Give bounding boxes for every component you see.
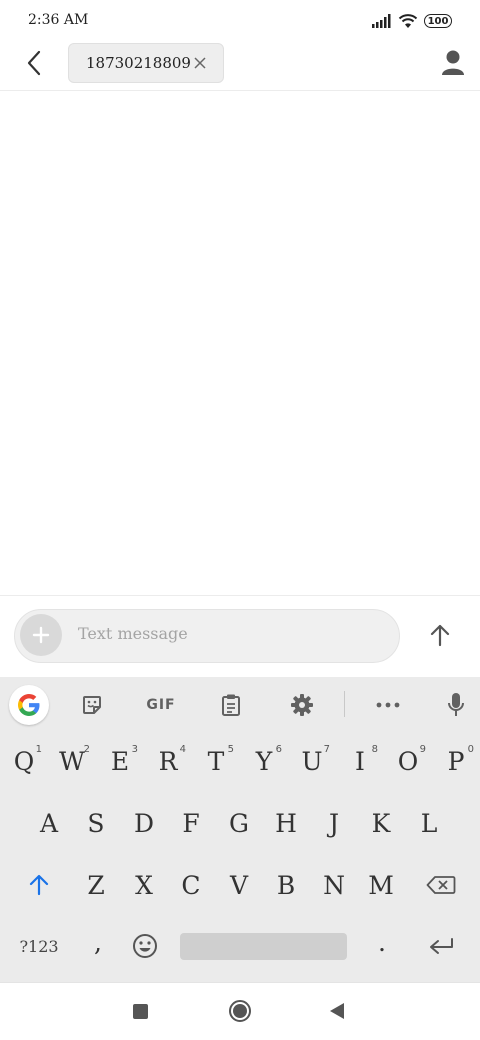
key-m[interactable]: M (358, 862, 404, 908)
key-hint: 2 (83, 744, 90, 755)
gear-icon (291, 694, 313, 716)
arrow-up-icon (430, 624, 450, 647)
key-i[interactable]: I8 (338, 738, 382, 784)
key-e[interactable]: E3 (98, 738, 142, 784)
emoji-icon (133, 934, 157, 958)
period-key[interactable]: . (362, 920, 402, 964)
sticker-button[interactable] (76, 687, 108, 723)
attach-button[interactable] (20, 614, 62, 656)
space-key[interactable] (180, 933, 347, 960)
recipient-number: 18730218809 (86, 54, 191, 72)
status-icons: 100 (372, 12, 452, 30)
key-hint: 7 (323, 744, 330, 755)
key-y[interactable]: Y6 (242, 738, 286, 784)
key-label: E (110, 746, 130, 776)
plus-icon (32, 626, 50, 644)
enter-key[interactable] (418, 924, 464, 968)
mic-icon (448, 693, 464, 716)
key-b[interactable]: B (263, 862, 309, 908)
recipient-chip[interactable]: 18730218809 (68, 43, 224, 83)
key-hint: 5 (227, 744, 234, 755)
send-button[interactable] (424, 619, 456, 651)
status-time: 2:36 AM (28, 12, 89, 28)
compose-divider (0, 595, 480, 596)
key-label: R (158, 746, 178, 776)
key-d[interactable]: D (121, 800, 167, 846)
key-p[interactable]: P0 (434, 738, 478, 784)
key-label: U (301, 746, 323, 776)
clipboard-icon (222, 694, 240, 716)
signal-icon (372, 14, 391, 28)
key-u[interactable]: U7 (290, 738, 334, 784)
comma-key[interactable]: , (78, 920, 118, 964)
key-a[interactable]: A (26, 800, 72, 846)
enter-icon (430, 938, 453, 954)
key-label: Y (255, 746, 273, 776)
key-l[interactable]: L (406, 800, 452, 846)
google-icon (18, 694, 40, 716)
key-hint: 4 (179, 744, 186, 755)
person-icon (442, 50, 464, 75)
toolbar-separator (344, 691, 345, 717)
key-hint: 6 (275, 744, 282, 755)
key-v[interactable]: V (216, 862, 262, 908)
sticker-icon (83, 696, 101, 714)
key-k[interactable]: K (358, 800, 404, 846)
chevron-left-icon (27, 50, 41, 76)
conversation-area (0, 91, 480, 595)
back-button[interactable] (20, 48, 48, 78)
key-w[interactable]: W2 (50, 738, 94, 784)
emoji-key[interactable] (124, 924, 166, 968)
key-hint: 9 (419, 744, 426, 755)
voice-input-button[interactable] (442, 687, 470, 723)
key-hint: 1 (35, 744, 42, 755)
key-hint: 3 (131, 744, 138, 755)
key-t[interactable]: T5 (194, 738, 238, 784)
message-input[interactable] (78, 618, 378, 648)
key-n[interactable]: N (311, 862, 357, 908)
key-f[interactable]: F (168, 800, 214, 846)
key-z[interactable]: Z (73, 862, 119, 908)
triangle-back-icon[interactable] (330, 1003, 344, 1019)
key-label: P (447, 746, 465, 776)
google-button[interactable] (9, 685, 49, 725)
clipboard-button[interactable] (216, 687, 246, 723)
key-o[interactable]: O9 (386, 738, 430, 784)
key-label: I (355, 746, 365, 776)
key-label: Q (13, 746, 35, 776)
keyboard-settings-button[interactable] (286, 687, 318, 723)
key-label: T (207, 746, 225, 776)
contact-button[interactable] (438, 48, 468, 78)
close-icon (194, 57, 206, 69)
more-button[interactable] (372, 687, 404, 723)
numbers-key[interactable]: ?123 (10, 924, 68, 968)
key-s[interactable]: S (73, 800, 119, 846)
key-j[interactable]: J (311, 800, 357, 846)
gif-button[interactable]: GIF (140, 687, 182, 723)
more-icon (376, 702, 400, 708)
key-r[interactable]: R4 (146, 738, 190, 784)
shift-key[interactable] (16, 862, 62, 908)
key-hint: 0 (467, 744, 474, 755)
square-recents-icon[interactable] (133, 1004, 148, 1019)
backspace-key[interactable] (418, 862, 464, 908)
wifi-icon (398, 13, 418, 28)
key-label: W (59, 746, 85, 776)
battery-level: 100 (427, 15, 449, 27)
circle-home-icon[interactable] (229, 1000, 251, 1022)
key-c[interactable]: C (168, 862, 214, 908)
home-dot (233, 1004, 247, 1018)
key-h[interactable]: H (263, 800, 309, 846)
shift-arrow-icon (29, 874, 49, 896)
key-label: O (397, 746, 419, 776)
battery-icon: 100 (424, 14, 452, 28)
backspace-icon (426, 876, 456, 894)
key-q[interactable]: Q1 (2, 738, 46, 784)
remove-recipient-button[interactable] (191, 54, 209, 72)
key-g[interactable]: G (216, 800, 262, 846)
key-x[interactable]: X (121, 862, 167, 908)
key-hint: 8 (371, 744, 378, 755)
